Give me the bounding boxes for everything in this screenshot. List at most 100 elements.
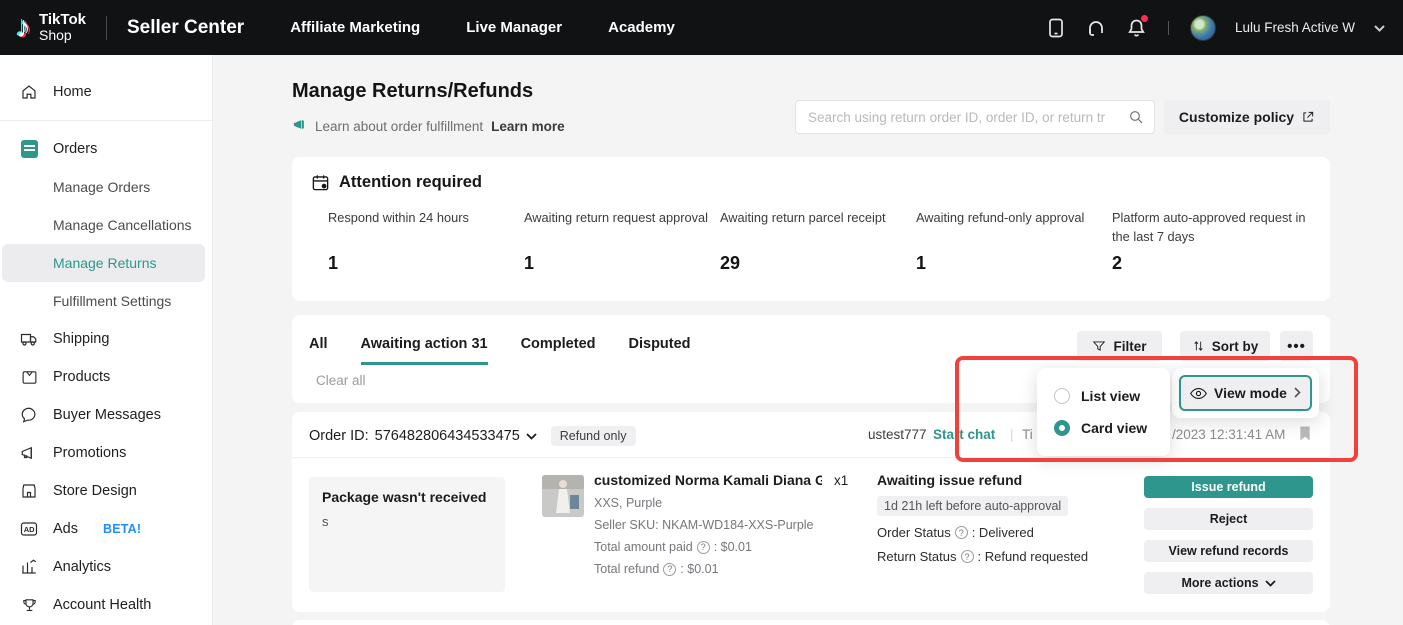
list-view-option[interactable]: List view xyxy=(1037,380,1170,412)
order-id-label: Order ID: xyxy=(309,428,369,444)
sidebar-item-buyer-messages[interactable]: Buyer Messages xyxy=(0,396,212,434)
nav-affiliate-marketing[interactable]: Affiliate Marketing xyxy=(290,19,420,36)
user-avatar[interactable] xyxy=(1190,15,1216,41)
sidebar-item-analytics[interactable]: Analytics xyxy=(0,548,212,586)
sidebar-item-label: Shipping xyxy=(53,331,109,347)
product-name[interactable]: customized Norma Kamali Diana G... xyxy=(594,472,822,488)
brand-line2: Shop xyxy=(39,28,86,43)
sidebar-item-label: Orders xyxy=(53,141,97,157)
total-refund-value: : $0.01 xyxy=(680,562,718,576)
nav-academy[interactable]: Academy xyxy=(608,19,675,36)
sidebar: Home Orders Manage Orders Manage Cancell… xyxy=(0,55,213,625)
tiktok-shop-logo[interactable]: ♪ TikTok Shop xyxy=(0,12,86,42)
chevron-right-icon xyxy=(1294,385,1301,401)
sidebar-item-fulfillment-settings[interactable]: Fulfillment Settings xyxy=(0,282,212,320)
sidebar-item-label: Home xyxy=(53,84,92,100)
filter-button[interactable]: Filter xyxy=(1077,331,1162,361)
user-name[interactable]: Lulu Fresh Active W xyxy=(1235,20,1355,35)
sidebar-item-account-health[interactable]: Account Health xyxy=(0,586,212,624)
stat-value[interactable]: 29 xyxy=(720,253,740,274)
announcement-icon xyxy=(292,117,307,135)
sidebar-divider xyxy=(0,120,212,121)
card-view-label: Card view xyxy=(1081,420,1147,436)
sidebar-item-shipping[interactable]: Shipping xyxy=(0,320,212,358)
nav-divider xyxy=(106,16,107,40)
sidebar-item-label: Buyer Messages xyxy=(53,407,161,423)
return-status-value: : Refund requested xyxy=(978,549,1089,564)
product-image[interactable] xyxy=(542,475,584,517)
sidebar-item-products[interactable]: Products xyxy=(0,358,212,396)
stat-value[interactable]: 2 xyxy=(1112,253,1122,274)
chevron-down-icon[interactable] xyxy=(1374,19,1385,37)
more-options-button[interactable]: ••• xyxy=(1280,331,1313,361)
issue-refund-button[interactable]: Issue refund xyxy=(1144,476,1313,498)
auto-approval-countdown: 1d 21h left before auto-approval xyxy=(877,496,1068,516)
product-box-icon xyxy=(20,368,38,386)
stat-awaiting-return-approval: Awaiting return request approval 1 xyxy=(524,209,714,228)
buyer-username[interactable]: ustest777 xyxy=(868,427,927,442)
search-input[interactable] xyxy=(808,110,1128,125)
more-options-menu: View mode xyxy=(1172,368,1319,418)
return-reason-note: s xyxy=(322,514,492,529)
tab-disputed[interactable]: Disputed xyxy=(629,336,691,365)
sidebar-item-store-design[interactable]: Store Design xyxy=(0,472,212,510)
sidebar-item-label: Products xyxy=(53,369,110,385)
megaphone-icon xyxy=(20,444,38,462)
screen: ♪ TikTok Shop Seller Center Affiliate Ma… xyxy=(0,0,1403,625)
sidebar-item-orders[interactable]: Orders xyxy=(0,130,212,168)
search-icon[interactable] xyxy=(1128,109,1144,125)
sort-by-button[interactable]: Sort by xyxy=(1180,331,1270,361)
stat-value[interactable]: 1 xyxy=(328,253,338,274)
sidebar-item-home[interactable]: Home xyxy=(0,73,212,111)
tiktok-note-icon: ♪ xyxy=(16,13,31,43)
stat-value[interactable]: 1 xyxy=(916,253,926,274)
analytics-bars-icon xyxy=(20,558,38,576)
help-icon[interactable]: ? xyxy=(961,550,974,563)
return-reason-box: Package wasn't received s xyxy=(309,477,505,592)
more-actions-button[interactable]: More actions xyxy=(1144,572,1313,594)
tab-completed[interactable]: Completed xyxy=(521,336,596,365)
mobile-app-icon[interactable] xyxy=(1046,17,1067,38)
tab-all[interactable]: All xyxy=(309,336,328,365)
nav-live-manager[interactable]: Live Manager xyxy=(466,19,562,36)
return-status-label: Return Status xyxy=(877,549,957,564)
sidebar-item-label: Fulfillment Settings xyxy=(53,293,171,309)
order-id-value[interactable]: 576482806434533475 xyxy=(375,428,520,444)
notification-dot xyxy=(1141,15,1148,22)
sidebar-item-promotions[interactable]: Promotions xyxy=(0,434,212,472)
header-separator: | xyxy=(1010,427,1014,442)
total-amount-paid-label: Total amount paid xyxy=(594,540,693,554)
customize-policy-button[interactable]: Customize policy xyxy=(1164,100,1330,134)
help-icon[interactable]: ? xyxy=(663,563,676,576)
view-refund-records-button[interactable]: View refund records xyxy=(1144,540,1313,562)
help-icon[interactable]: ? xyxy=(697,541,710,554)
total-refund-line: Total refund ? : $0.01 xyxy=(594,562,864,576)
refund-only-badge: Refund only xyxy=(551,426,636,446)
beta-badge: BETA! xyxy=(103,522,141,536)
support-headset-icon[interactable] xyxy=(1086,17,1107,38)
stat-value[interactable]: 1 xyxy=(524,253,534,274)
sidebar-item-ads[interactable]: AD Ads BETA! xyxy=(0,510,212,548)
bookmark-icon[interactable] xyxy=(1298,425,1312,445)
notifications-bell-icon[interactable] xyxy=(1126,17,1147,38)
sidebar-item-label: Store Design xyxy=(53,483,137,499)
card-view-option[interactable]: Card view xyxy=(1037,412,1170,444)
start-chat-link[interactable]: Start chat xyxy=(933,427,995,442)
view-mode-menu-item[interactable]: View mode xyxy=(1179,375,1312,411)
chevron-down-icon[interactable] xyxy=(526,433,537,440)
nav-seller-center[interactable]: Seller Center xyxy=(127,17,244,39)
learn-more-link[interactable]: Learn more xyxy=(491,119,565,134)
trophy-icon xyxy=(20,596,38,614)
order-status-value: : Delivered xyxy=(972,525,1034,540)
sidebar-item-label: Ads xyxy=(53,521,78,537)
tab-awaiting-action[interactable]: Awaiting action 31 xyxy=(361,336,488,365)
eye-icon xyxy=(1190,387,1207,400)
sidebar-item-manage-cancellations[interactable]: Manage Cancellations xyxy=(0,206,212,244)
reject-button[interactable]: Reject xyxy=(1144,508,1313,530)
help-icon[interactable]: ? xyxy=(955,526,968,539)
clear-all-link[interactable]: Clear all xyxy=(316,373,366,388)
request-time-fragment-left: Ti xyxy=(1022,427,1033,442)
sidebar-item-label: Manage Returns xyxy=(53,255,157,271)
sidebar-item-manage-orders[interactable]: Manage Orders xyxy=(0,168,212,206)
sidebar-item-manage-returns[interactable]: Manage Returns xyxy=(2,244,205,282)
